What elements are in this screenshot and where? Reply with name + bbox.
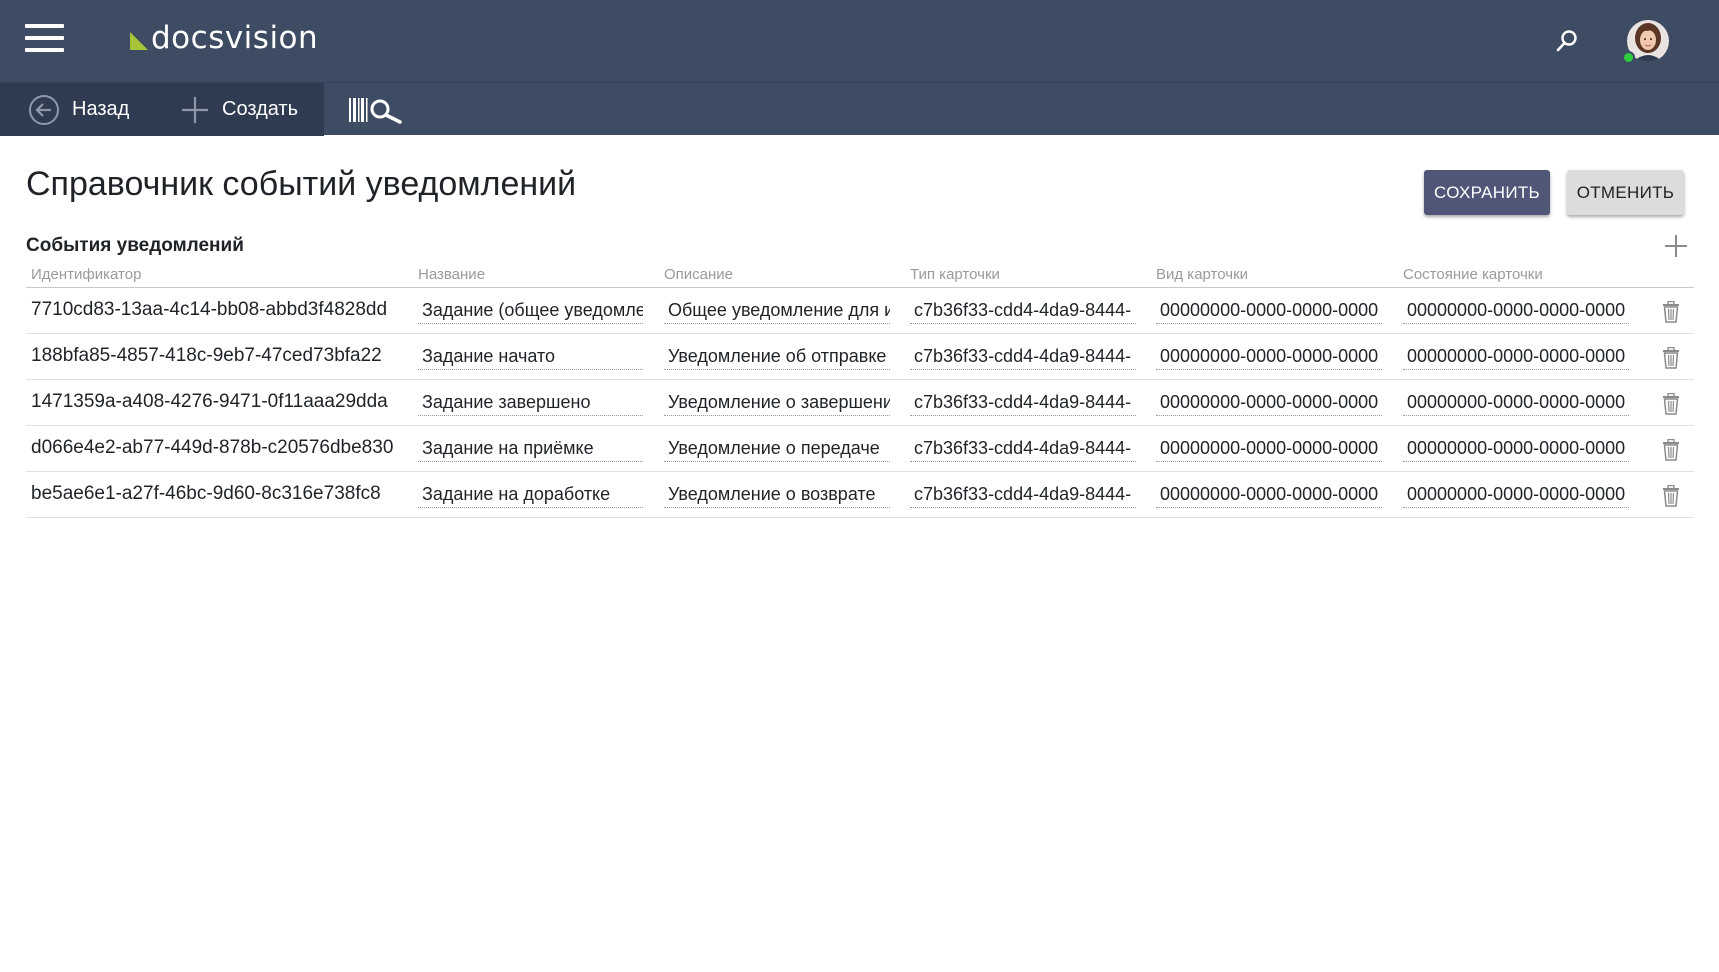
row-id: 1471359a-a408-4276-9471-0f11aaa29dda — [31, 391, 388, 412]
back-label: Назад — [72, 98, 130, 120]
online-status-dot — [1622, 51, 1635, 64]
trash-icon[interactable] — [1662, 347, 1680, 369]
card-kind-field[interactable]: 00000000-0000-0000-0000 — [1156, 482, 1382, 508]
row-id: be5ae6e1-a27f-46bc-9d60-8c316e738fc8 — [31, 483, 381, 504]
column-header-card-type: Тип карточки — [910, 266, 1000, 283]
trash-icon[interactable] — [1662, 393, 1680, 415]
card-state-field[interactable]: 00000000-0000-0000-0000 — [1403, 390, 1629, 416]
column-header-description: Описание — [664, 266, 734, 283]
trash-icon[interactable] — [1662, 301, 1680, 323]
section-title: События уведомлений — [26, 235, 244, 256]
name-field[interactable]: Задание завершено — [418, 390, 643, 416]
column-header-card-state: Состояние карточки — [1403, 266, 1543, 283]
logo[interactable]: docsvision — [130, 18, 318, 58]
card-state-field[interactable]: 00000000-0000-0000-0000 — [1403, 344, 1629, 370]
name-field[interactable]: Задание на доработке — [418, 482, 643, 508]
create-button[interactable]: Создать — [180, 83, 298, 136]
page-title: Справочник событий уведомлений — [26, 165, 577, 203]
table-row: be5ae6e1-a27f-46bc-9d60-8c316e738fc8 Зад… — [26, 472, 1694, 518]
row-id: d066e4e2-ab77-449d-878b-c20576dbe830 — [31, 437, 394, 458]
card-state-field[interactable]: 00000000-0000-0000-0000 — [1403, 298, 1629, 324]
column-header-name: Название — [418, 266, 486, 283]
description-field[interactable]: Общее уведомление для исполнителя — [664, 298, 890, 324]
events-table: Идентификатор Название Описание Тип карт… — [26, 262, 1694, 518]
table-row: 188bfa85-4857-418c-9eb7-47ced73bfa22 Зад… — [26, 334, 1694, 380]
menu-icon[interactable] — [25, 24, 64, 53]
card-type-field[interactable]: c7b36f33-cdd4-4da9-8444- — [910, 390, 1136, 416]
column-header-card-kind: Вид карточки — [1156, 266, 1249, 283]
description-field[interactable]: Уведомление о передаче — [664, 436, 890, 462]
column-header-id: Идентификатор — [31, 266, 142, 283]
cancel-button[interactable]: ОТМЕНИТЬ — [1567, 170, 1684, 215]
description-field[interactable]: Уведомление о возврате — [664, 482, 890, 508]
row-id: 7710cd83-13aa-4c14-bb08-abbd3f4828dd — [31, 299, 388, 320]
trash-icon[interactable] — [1662, 439, 1680, 461]
plus-icon — [182, 96, 208, 123]
barcode-search-icon[interactable] — [348, 95, 402, 125]
table-row: 1471359a-a408-4276-9471-0f11aaa29dda Зад… — [26, 380, 1694, 426]
card-kind-field[interactable]: 00000000-0000-0000-0000 — [1156, 436, 1382, 462]
card-type-field[interactable]: c7b36f33-cdd4-4da9-8444- — [910, 344, 1136, 370]
name-field[interactable]: Задание (общее уведомление) — [418, 298, 643, 324]
description-field[interactable]: Уведомление об отправке — [664, 344, 890, 370]
table-row: 7710cd83-13aa-4c14-bb08-abbd3f4828dd Зад… — [26, 288, 1694, 334]
logo-mark-icon — [130, 32, 148, 50]
name-field[interactable]: Задание на приёмке — [418, 436, 643, 462]
card-state-field[interactable]: 00000000-0000-0000-0000 — [1403, 482, 1629, 508]
create-label: Создать — [222, 98, 299, 120]
row-id: 188bfa85-4857-418c-9eb7-47ced73bfa22 — [31, 345, 382, 366]
back-arrow-icon — [29, 94, 59, 125]
back-button[interactable]: Назад — [28, 83, 129, 136]
card-state-field[interactable]: 00000000-0000-0000-0000 — [1403, 436, 1629, 462]
card-type-field[interactable]: c7b36f33-cdd4-4da9-8444- — [910, 482, 1136, 508]
add-row-icon[interactable] — [1664, 234, 1688, 258]
top-bar: docsvision — [0, 0, 1719, 82]
table-header: Идентификатор Название Описание Тип карт… — [26, 262, 1694, 288]
card-type-field[interactable]: c7b36f33-cdd4-4da9-8444- — [910, 436, 1136, 462]
card-kind-field[interactable]: 00000000-0000-0000-0000 — [1156, 298, 1382, 324]
toolbar: Назад Создать — [0, 82, 1719, 136]
search-icon[interactable] — [1556, 29, 1578, 53]
trash-icon[interactable] — [1662, 485, 1680, 507]
card-type-field[interactable]: c7b36f33-cdd4-4da9-8444- — [910, 298, 1136, 324]
save-button[interactable]: СОХРАНИТЬ — [1424, 170, 1550, 215]
card-kind-field[interactable]: 00000000-0000-0000-0000 — [1156, 390, 1382, 416]
card-kind-field[interactable]: 00000000-0000-0000-0000 — [1156, 344, 1382, 370]
description-field[interactable]: Уведомление о завершении — [664, 390, 890, 416]
name-field[interactable]: Задание начато — [418, 344, 643, 370]
logo-text: docsvision — [151, 20, 319, 56]
table-row: d066e4e2-ab77-449d-878b-c20576dbe830 Зад… — [26, 426, 1694, 472]
